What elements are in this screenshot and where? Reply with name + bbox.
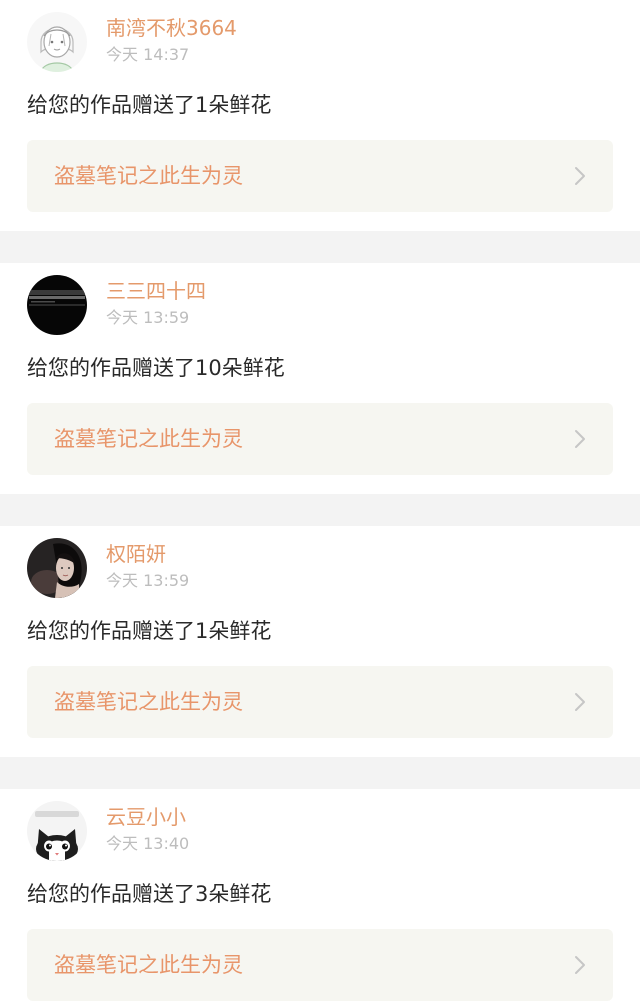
work-link-button[interactable]: 盗墓笔记之此生为灵 xyxy=(27,140,613,212)
chevron-right-icon xyxy=(575,430,585,448)
gift-message: 给您的作品赠送了1朵鲜花 xyxy=(27,619,272,643)
avatar[interactable] xyxy=(27,801,87,861)
username[interactable]: 南湾不秋3664 xyxy=(106,15,237,41)
gift-message: 给您的作品赠送了3朵鲜花 xyxy=(27,882,272,906)
notification-card: 权陌妍 今天 13:59 给您的作品赠送了1朵鲜花 盗墓笔记之此生为灵 xyxy=(0,526,640,757)
timestamp: 今天 13:59 xyxy=(106,308,190,327)
section-divider xyxy=(0,494,640,526)
gift-notification-feed: 南湾不秋3664 今天 14:37 给您的作品赠送了1朵鲜花 盗墓笔记之此生为灵… xyxy=(0,0,640,1008)
section-divider xyxy=(0,231,640,263)
chevron-right-icon xyxy=(575,693,585,711)
work-link-button[interactable]: 盗墓笔记之此生为灵 xyxy=(27,929,613,1001)
timestamp: 今天 14:37 xyxy=(106,45,190,64)
work-title: 盗墓笔记之此生为灵 xyxy=(54,427,243,451)
chevron-right-icon xyxy=(575,167,585,185)
username[interactable]: 权陌妍 xyxy=(106,541,166,567)
notification-card: 云豆小小 今天 13:40 给您的作品赠送了3朵鲜花 盗墓笔记之此生为灵 xyxy=(0,789,640,1008)
gift-message: 给您的作品赠送了10朵鲜花 xyxy=(27,356,285,380)
sketch-girl-avatar-icon xyxy=(27,12,87,72)
dark-screen-avatar-icon xyxy=(27,275,87,335)
chevron-right-icon xyxy=(575,956,585,974)
work-title: 盗墓笔记之此生为灵 xyxy=(54,690,243,714)
work-link-button[interactable]: 盗墓笔记之此生为灵 xyxy=(27,666,613,738)
cartoon-cat-avatar-icon xyxy=(27,801,87,861)
section-divider xyxy=(0,757,640,789)
work-title: 盗墓笔记之此生为灵 xyxy=(54,953,243,977)
notification-card: 南湾不秋3664 今天 14:37 给您的作品赠送了1朵鲜花 盗墓笔记之此生为灵 xyxy=(0,0,640,231)
timestamp: 今天 13:59 xyxy=(106,571,190,590)
avatar[interactable] xyxy=(27,12,87,72)
avatar[interactable] xyxy=(27,275,87,335)
gift-message: 给您的作品赠送了1朵鲜花 xyxy=(27,93,272,117)
username[interactable]: 云豆小小 xyxy=(106,804,186,830)
work-link-button[interactable]: 盗墓笔记之此生为灵 xyxy=(27,403,613,475)
notification-card: 三三四十四 今天 13:59 给您的作品赠送了10朵鲜花 盗墓笔记之此生为灵 xyxy=(0,263,640,494)
avatar[interactable] xyxy=(27,538,87,598)
username[interactable]: 三三四十四 xyxy=(106,278,206,304)
timestamp: 今天 13:40 xyxy=(106,834,190,853)
dark-portrait-avatar-icon xyxy=(27,538,87,598)
work-title: 盗墓笔记之此生为灵 xyxy=(54,164,243,188)
